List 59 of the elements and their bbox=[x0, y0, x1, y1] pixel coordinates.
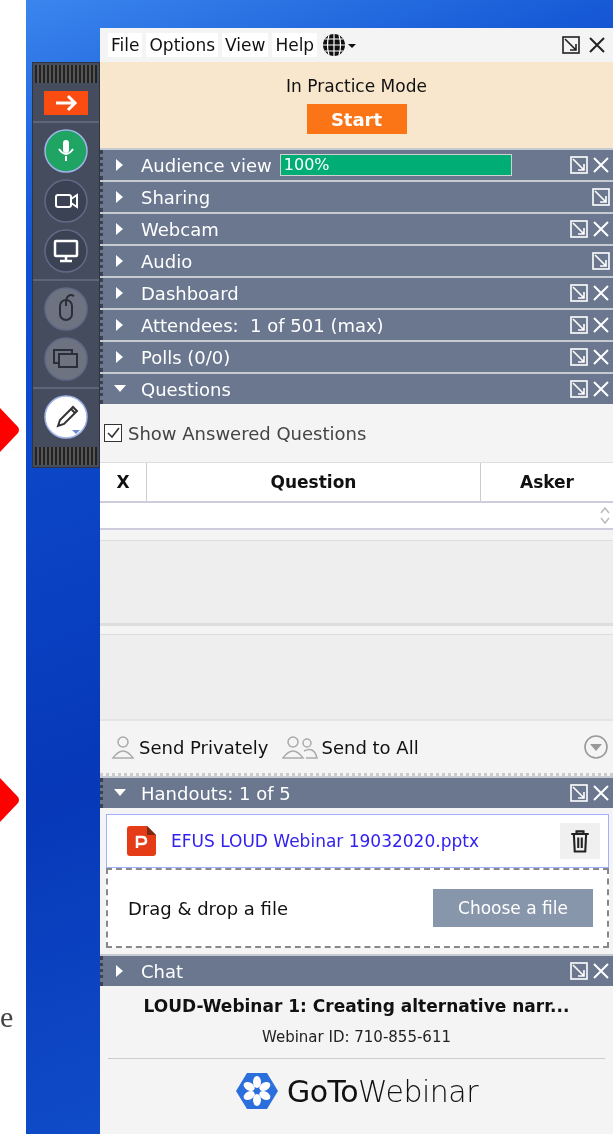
close-icon[interactable] bbox=[587, 35, 607, 55]
mic-button[interactable] bbox=[44, 129, 88, 173]
menu-item[interactable]: Options bbox=[146, 33, 219, 57]
section-header[interactable]: Questions bbox=[100, 374, 613, 404]
person-icon bbox=[110, 734, 136, 760]
drop-zone[interactable]: Drag & drop a file Choose a file bbox=[106, 868, 609, 948]
arrow-button[interactable] bbox=[44, 91, 88, 115]
section-title: Chat bbox=[141, 960, 184, 982]
section-title: Audio bbox=[141, 250, 193, 272]
menu-item[interactable]: File bbox=[108, 33, 143, 57]
flower-logo-icon bbox=[234, 1071, 279, 1111]
logo-text: GoToWebinar bbox=[286, 1073, 479, 1109]
section-header[interactable]: Webcam bbox=[100, 214, 613, 244]
people-icon bbox=[282, 734, 319, 760]
pointer-marker-icon bbox=[0, 408, 20, 452]
column-header[interactable]: Question bbox=[146, 463, 480, 501]
section-header[interactable]: Chat bbox=[100, 956, 613, 986]
section-header[interactable]: Attendees: 1 of 501 (max) bbox=[100, 310, 613, 340]
section-title: Dashboard bbox=[141, 282, 239, 304]
section-title: Handouts: 1 of 5 bbox=[141, 782, 291, 804]
dropdown-icon[interactable] bbox=[583, 734, 609, 760]
section-header[interactable]: Sharing bbox=[100, 182, 613, 212]
section-header[interactable]: Polls (0/0) bbox=[100, 342, 613, 372]
section-title: Webcam bbox=[141, 218, 219, 240]
pencil-button[interactable] bbox=[44, 395, 88, 439]
send-privately-button[interactable]: Send Privately bbox=[110, 734, 269, 760]
grip-handle[interactable] bbox=[35, 65, 97, 83]
column-header[interactable]: Asker bbox=[480, 463, 613, 501]
section-header[interactable]: Audio bbox=[100, 246, 613, 276]
file-icon bbox=[125, 825, 157, 857]
language-globe-icon[interactable] bbox=[321, 32, 358, 58]
section-title: Questions bbox=[141, 378, 231, 400]
section-title: Sharing bbox=[141, 186, 211, 208]
section-header[interactable]: Dashboard bbox=[100, 278, 613, 308]
progress-text: 100% bbox=[283, 155, 330, 175]
menu-item[interactable]: View bbox=[222, 33, 269, 57]
screen-button[interactable] bbox=[44, 229, 88, 273]
practice-mode-status: In Practice Mode bbox=[286, 76, 427, 96]
section-header[interactable]: Audience view 100% bbox=[100, 150, 613, 180]
section-header[interactable]: Handouts: 1 of 5 bbox=[100, 778, 613, 808]
send-to-all-button[interactable]: Send to All bbox=[282, 734, 419, 760]
section-title: Polls (0/0) bbox=[141, 346, 231, 368]
webinar-id: Webinar ID: 710-855-611 bbox=[262, 1028, 451, 1046]
file-link[interactable]: EFUS LOUD Webinar 19032020.pptx bbox=[171, 831, 479, 851]
camera-button[interactable] bbox=[44, 179, 88, 223]
trash-icon[interactable] bbox=[560, 823, 600, 859]
drop-text: Drag & drop a file bbox=[128, 897, 288, 919]
section-title: Attendees: 1 of 501 (max) bbox=[141, 314, 384, 336]
column-header[interactable]: X bbox=[100, 463, 146, 501]
menu-item[interactable]: Help bbox=[272, 33, 318, 57]
webinar-title: LOUD-Webinar 1: Creating alternative narr... bbox=[143, 996, 570, 1016]
pointer-marker-icon bbox=[0, 778, 20, 822]
checkbox[interactable] bbox=[104, 424, 122, 442]
margin-text: e bbox=[0, 1000, 14, 1034]
file-row[interactable]: EFUS LOUD Webinar 19032020.pptx bbox=[106, 814, 609, 868]
section-title: Audience view bbox=[141, 154, 272, 176]
grip-handle[interactable] bbox=[35, 447, 97, 465]
pop-out-icon[interactable] bbox=[561, 35, 581, 55]
checkbox-label: Show Answered Questions bbox=[128, 422, 367, 444]
